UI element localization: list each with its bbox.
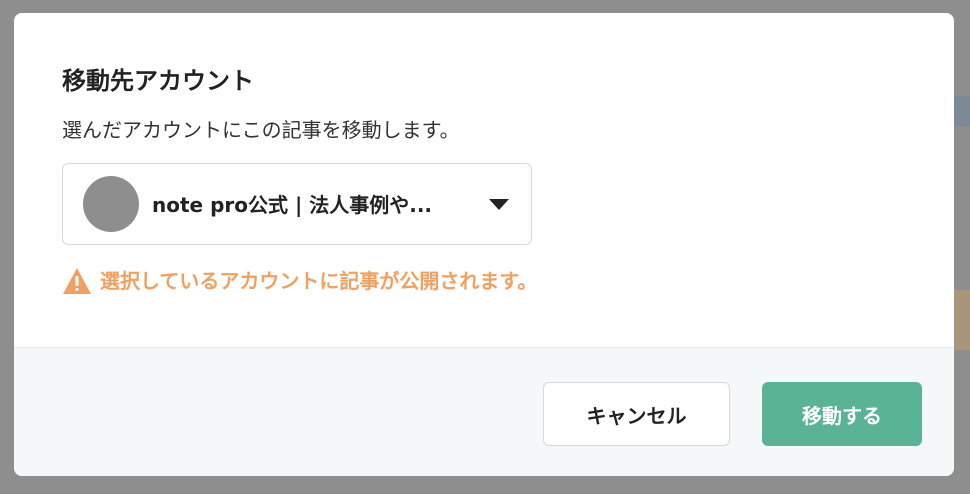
caret-down-icon <box>489 199 509 210</box>
dialog-description: 選んだアカウントにこの記事を移動します。 <box>62 118 460 142</box>
dialog-footer: キャンセル 移動する <box>14 347 954 476</box>
cancel-button[interactable]: キャンセル <box>543 382 730 446</box>
warning-message: 選択しているアカウントに記事が公開されます。 <box>62 265 537 297</box>
account-avatar <box>83 176 139 232</box>
warning-triangle-icon <box>63 268 91 294</box>
account-select-dropdown[interactable]: note pro公式 | 法人事例や... <box>62 163 532 245</box>
background-content <box>954 96 970 126</box>
move-button[interactable]: 移動する <box>762 382 922 446</box>
background-content <box>954 290 970 350</box>
selected-account-name: note pro公式 | 法人事例や... <box>152 193 433 217</box>
move-account-dialog: 移動先アカウント 選んだアカウントにこの記事を移動します。 note pro公式… <box>14 13 954 476</box>
dialog-title: 移動先アカウント <box>62 67 254 95</box>
warning-text: 選択しているアカウントに記事が公開されます。 <box>100 269 538 293</box>
dialog-body: 移動先アカウント 選んだアカウントにこの記事を移動します。 note pro公式… <box>14 13 954 347</box>
